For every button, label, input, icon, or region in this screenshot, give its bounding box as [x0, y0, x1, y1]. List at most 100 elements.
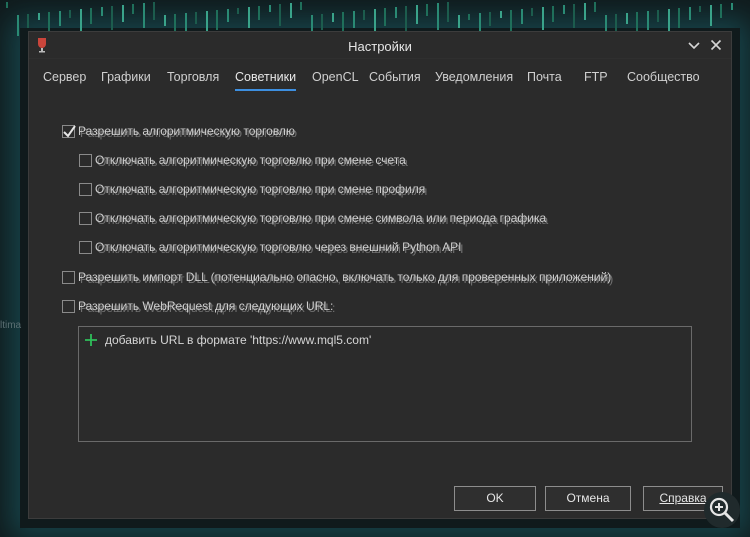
background-candle: [447, 2, 449, 22]
background-candle: [331, 13, 334, 22]
url-list[interactable]: добавить URL в формате 'https://www.mql5…: [78, 326, 692, 442]
tab-community[interactable]: Сообщество: [627, 70, 700, 92]
tab-trade[interactable]: Торговля: [167, 70, 219, 92]
settings-dialog: Настройки Сервер Графики Торговля Советн…: [28, 31, 732, 519]
background-candle: [289, 3, 292, 18]
background-candle: [132, 4, 134, 14]
background-candle: [594, 2, 596, 12]
tab-ftp[interactable]: FTP: [584, 70, 608, 92]
background-candle: [226, 9, 229, 22]
tab-email[interactable]: Почта: [527, 70, 562, 92]
checkbox-disable-on-account-change[interactable]: [79, 154, 92, 167]
background-candle: [468, 14, 470, 20]
background-candle: [688, 7, 691, 20]
background-candle: [79, 9, 82, 32]
background-candle: [489, 12, 491, 26]
background-candle: [720, 4, 722, 18]
background-candle: [573, 4, 575, 28]
option-label: Отключать алгоритмическую торговлю при с…: [95, 211, 547, 225]
background-candle: [615, 14, 617, 32]
tab-events[interactable]: События: [369, 70, 421, 92]
background-candle: [457, 15, 460, 28]
background-candle: [58, 11, 61, 26]
background-candle: [69, 10, 71, 18]
background-candle: [279, 4, 281, 26]
background-chart-label: ltima: [0, 320, 22, 331]
checkbox-allow-dll-import[interactable]: [62, 271, 75, 284]
background-candle: [268, 5, 271, 12]
background-candle: [121, 5, 124, 22]
background-candle: [562, 5, 565, 14]
checkbox-disable-on-profile-change[interactable]: [79, 183, 92, 196]
background-candle: [247, 7, 250, 28]
option-label: Отключать алгоритмическую торговлю при с…: [95, 182, 426, 196]
checkbox-disable-via-python-api[interactable]: [79, 241, 92, 254]
background-candle: [678, 8, 680, 28]
background-candle: [384, 8, 386, 26]
background-candle: [163, 15, 166, 26]
checkbox-allow-webrequest[interactable]: [62, 300, 75, 313]
background-candle: [499, 11, 502, 18]
background-candle: [646, 11, 649, 30]
background-candle: [111, 6, 113, 30]
checkmark-icon: [63, 125, 76, 138]
zoom-in-icon: [709, 497, 735, 523]
background-candle: [216, 10, 218, 30]
background-candle: [625, 13, 628, 24]
background-candle: [552, 6, 554, 22]
background-candle: [363, 10, 365, 20]
background-candle: [37, 13, 40, 20]
background-candle: [541, 7, 544, 30]
background-candle: [195, 12, 197, 24]
background-candle: [709, 5, 712, 26]
background-candle: [237, 8, 239, 14]
option-label: Отключать алгоритмическую торговлю при с…: [95, 153, 406, 167]
background-candle: [436, 3, 439, 30]
ok-button[interactable]: OK: [454, 486, 536, 511]
background-candle: [27, 14, 29, 28]
cancel-button[interactable]: Отмена: [545, 486, 631, 511]
background-candle: [405, 6, 407, 32]
background-candle: [184, 13, 187, 32]
tab-charts[interactable]: Графики: [101, 70, 151, 92]
checkbox-allow-algo-trading[interactable]: [62, 125, 76, 138]
background-candle: [153, 2, 155, 20]
background-candle: [142, 3, 145, 28]
background-candle: [100, 7, 103, 16]
close-icon: [710, 39, 722, 51]
background-candle: [16, 15, 19, 36]
chevron-down-icon: [688, 42, 700, 50]
tab-opencl[interactable]: OpenCL: [312, 70, 359, 92]
add-url-label: добавить URL в формате 'https://www.mql5…: [105, 333, 372, 347]
background-candle: [394, 7, 397, 18]
background-candle: [531, 8, 533, 16]
option-label: Разрешить алгоритмическую торговлю: [78, 124, 295, 138]
background-candle: [520, 9, 523, 24]
option-label: Разрешить WebRequest для следующих URL:: [78, 299, 334, 313]
option-label: Отключать алгоритмическую торговлю через…: [95, 240, 462, 254]
background-candle: [90, 8, 92, 24]
tab-expert-advisors[interactable]: Советники: [235, 70, 297, 92]
collapse-button[interactable]: [685, 36, 703, 54]
background-candle: [415, 5, 418, 24]
background-candle: [258, 6, 260, 20]
background-candle: [583, 3, 586, 20]
close-button[interactable]: [707, 36, 725, 54]
background-candle: [300, 2, 302, 10]
background-candle: [510, 10, 512, 32]
checkbox-disable-on-symbol-change[interactable]: [79, 212, 92, 225]
background-candle: [426, 4, 428, 16]
zoom-button[interactable]: [704, 492, 740, 528]
background-candle: [352, 11, 355, 28]
plus-icon: [85, 334, 97, 346]
title-bar: Настройки: [29, 32, 731, 59]
background-candle: [321, 14, 323, 30]
background-candle: [6, 2, 8, 8]
window-title: Настройки: [348, 39, 412, 54]
background-candle: [730, 3, 733, 10]
tab-server[interactable]: Сервер: [43, 70, 86, 92]
background-candle: [699, 6, 701, 12]
background-candle: [657, 10, 659, 22]
tab-notifications[interactable]: Уведомления: [435, 70, 513, 92]
option-label: Разрешить импорт DLL (потенциально опасн…: [78, 270, 612, 284]
